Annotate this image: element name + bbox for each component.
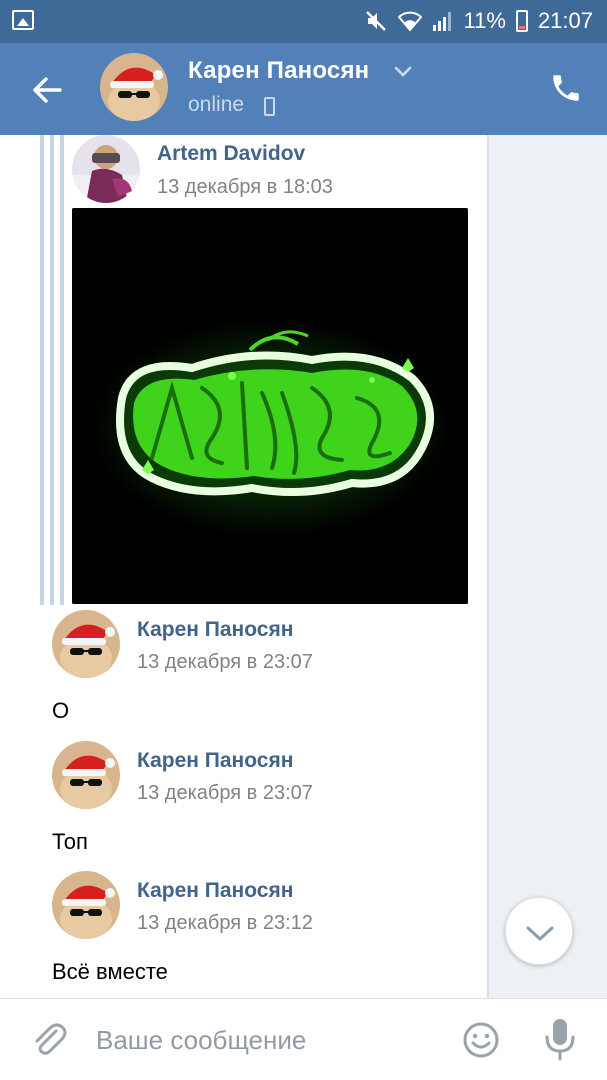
emoji-icon[interactable] [462, 1021, 500, 1059]
contact-avatar[interactable] [100, 53, 168, 121]
sender-name[interactable]: Карен Паносян [137, 618, 293, 642]
forwarded-timestamp: 13 декабря в 18:03 [157, 176, 333, 198]
message-text: Всё вместе [52, 959, 168, 984]
message-timestamp: 13 декабря в 23:07 [137, 782, 313, 804]
sender-name[interactable]: Карен Паносян [137, 749, 293, 773]
message-text: О [52, 698, 70, 723]
forward-indicator-line [60, 135, 64, 605]
microphone-icon[interactable] [541, 1017, 579, 1061]
wifi-icon [397, 11, 422, 32]
sender-name[interactable]: Карен Паносян [137, 879, 293, 903]
phone-call-icon[interactable] [549, 71, 583, 105]
status-bar: 11% 21:07 [0, 0, 607, 43]
mute-icon [365, 11, 386, 31]
message-list[interactable]: Artem Davidov 13 декабря в 18:03 Карен П… [0, 135, 607, 998]
chevron-down-icon[interactable] [393, 65, 413, 79]
sender-avatar[interactable] [52, 610, 120, 678]
scroll-to-bottom-button[interactable] [505, 897, 573, 965]
sender-avatar[interactable] [52, 871, 120, 939]
mobile-device-icon [264, 97, 275, 116]
message-timestamp: 13 декабря в 23:12 [137, 912, 313, 934]
attachment-icon[interactable] [28, 1019, 68, 1059]
back-arrow-icon[interactable] [30, 73, 64, 107]
message-input[interactable]: Ваше сообщение [96, 1025, 306, 1056]
contact-status: online [188, 93, 245, 116]
message-text: Топ [52, 829, 88, 854]
graffiti-image[interactable] [72, 208, 468, 604]
forwarded-author-avatar[interactable] [72, 135, 140, 203]
message-timestamp: 13 декабря в 23:07 [137, 651, 313, 673]
image-icon [12, 10, 34, 30]
message-composer: Ваше сообщение [0, 998, 607, 1080]
chat-header: Карен Паносян online [0, 43, 607, 135]
battery-percent: 11% [463, 8, 506, 33]
sender-avatar[interactable] [52, 741, 120, 809]
contact-name[interactable]: Карен Паносян [188, 57, 369, 85]
forward-indicator-line [40, 135, 44, 605]
clock: 21:07 [537, 8, 593, 33]
signal-icon [432, 12, 451, 31]
chevron-down-icon [526, 926, 554, 941]
forwarded-author-name[interactable]: Artem Davidov [157, 142, 305, 166]
battery-icon [515, 10, 528, 32]
forward-indicator-line [50, 135, 54, 605]
